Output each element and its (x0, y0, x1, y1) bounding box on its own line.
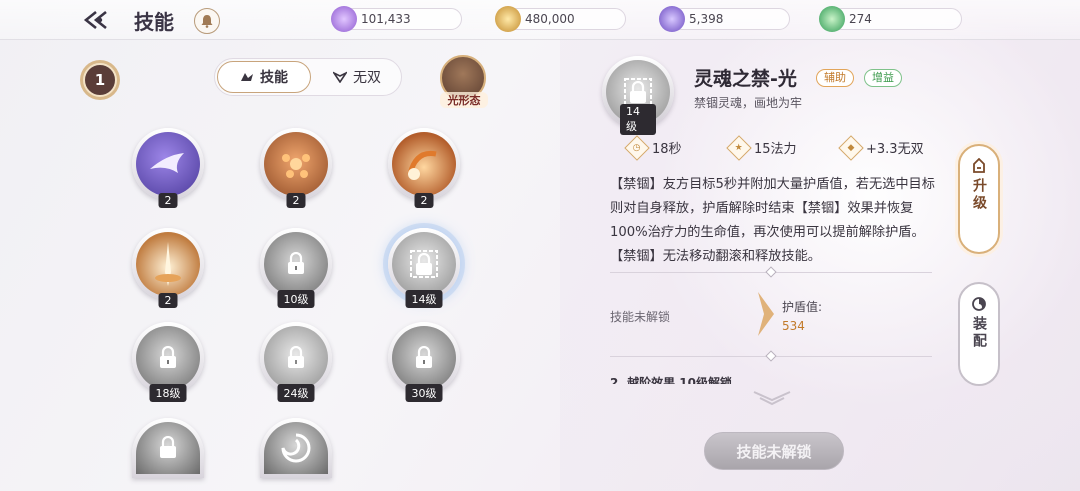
chevron-right-icon (758, 292, 774, 336)
skill-icon (392, 232, 456, 296)
currency-gold-coin[interactable]: 480,000 (495, 6, 626, 32)
top-bar: 技能 101,433 480,000 5,398 274 (0, 0, 1080, 40)
equip-button[interactable]: 装配 (958, 282, 1000, 386)
lock-icon (160, 436, 176, 458)
skill-icon (264, 422, 328, 474)
skill-slot-selected[interactable]: 14级 (388, 228, 460, 308)
skill-icon (136, 422, 200, 474)
page-title: 技能 (134, 10, 174, 34)
purple-card-icon (331, 6, 357, 32)
equip-label: 装配 (971, 316, 987, 350)
skill-tabs: 技能 无双 (214, 58, 402, 96)
skill-icon (392, 326, 456, 390)
back-icon (83, 10, 107, 30)
unlock-skill-button[interactable]: 技能未解锁 (704, 432, 844, 470)
skill-level: 30级 (405, 384, 443, 402)
currency-green-gem[interactable]: 274 (819, 6, 962, 32)
skill-level: 2 (158, 193, 178, 208)
skill-slot[interactable]: 2 (388, 128, 460, 208)
skill-icon (136, 326, 200, 390)
skill-icon (392, 132, 456, 196)
rank-badge[interactable]: 1 (80, 60, 120, 100)
back-button[interactable] (80, 6, 114, 34)
tag-assist: 辅助 (816, 69, 854, 87)
currency-value: 274 (849, 12, 872, 26)
lock-icon (416, 346, 432, 368)
stat-value: 15法力 (754, 142, 797, 157)
skill-description: 【禁锢】友方目标5秒并附加大量护盾值，若无选中目标则对自身释放，护盾解除时结束【… (610, 177, 935, 264)
currency-value: 101,433 (361, 12, 411, 26)
detail-skill-icon: 14级 (602, 56, 674, 135)
shield-label: 护盾值: (782, 300, 823, 314)
skill-slot[interactable]: 24级 (260, 322, 332, 402)
divider (610, 350, 932, 362)
gold-coin-icon (495, 6, 521, 32)
currency-value: 5,398 (689, 12, 724, 26)
mana-icon: ★ (726, 134, 752, 161)
skill-level: 14级 (620, 104, 656, 135)
skill-slot[interactable]: 10级 (260, 228, 332, 308)
skill-slot[interactable] (260, 418, 332, 478)
skill-slot[interactable] (132, 418, 204, 478)
button-label: 技能未解锁 (736, 442, 812, 461)
upgrade-label: 升级 (971, 178, 987, 212)
divider (610, 266, 932, 278)
currency-purple-gem[interactable]: 5,398 (659, 6, 790, 32)
chevron-down-icon[interactable] (752, 390, 792, 406)
advance-effect-text: 2. 越阶效果 10级解锁 (610, 376, 732, 384)
skill-subtitle: 禁锢灵魂，画地为牢 (694, 96, 803, 110)
skill-icon (136, 232, 200, 296)
upgrade-icon (973, 158, 985, 173)
tag-buff: 增益 (864, 69, 902, 87)
shield-value: 534 (782, 319, 805, 333)
stat-value: +3.3无双 (866, 142, 924, 157)
currency-value: 480,000 (525, 12, 575, 26)
skill-tab-icon (241, 73, 253, 81)
tab-label: 无双 (353, 70, 381, 86)
bell-icon (201, 15, 213, 28)
skill-name: 灵魂之禁-光 (694, 68, 797, 90)
stat-wushuang: ◆ +3.3无双 (838, 134, 924, 161)
skill-slot[interactable]: 2 (260, 128, 332, 208)
skill-icon (264, 326, 328, 390)
equip-icon (972, 297, 986, 311)
stat-mana: ★ 15法力 (726, 134, 797, 161)
upgrade-button[interactable]: 升级 (958, 144, 1000, 254)
skill-icon (264, 132, 328, 196)
lock-icon (288, 346, 304, 368)
green-gem-icon (819, 6, 845, 32)
lock-icon (288, 252, 304, 274)
skill-level: 18级 (149, 384, 187, 402)
stat-cooldown: ◷ 18秒 (624, 134, 682, 161)
skill-slot[interactable]: 2 (132, 128, 204, 208)
skill-icon (264, 232, 328, 296)
swirl-icon (281, 433, 311, 463)
lock-icon (160, 346, 176, 368)
notification-button[interactable] (194, 8, 220, 34)
purple-gem-icon (659, 6, 685, 32)
rank-number: 1 (83, 63, 117, 97)
skill-level: 2 (286, 193, 306, 208)
skill-slot[interactable]: 18级 (132, 322, 204, 402)
unlock-status: 技能未解锁 (610, 310, 671, 324)
currency-purple-card[interactable]: 101,433 (331, 6, 462, 32)
tab-skill[interactable]: 技能 (217, 61, 311, 93)
wushuang-tab-icon (333, 71, 347, 83)
tab-wushuang[interactable]: 无双 (315, 61, 399, 93)
tab-label: 技能 (260, 70, 288, 86)
lock-icon (410, 250, 438, 278)
form-label: 光形态 (440, 92, 488, 108)
skill-level: 24级 (277, 384, 315, 402)
skill-level: 2 (158, 293, 178, 308)
stat-value: 18秒 (652, 142, 682, 157)
wushuang-icon: ◆ (838, 134, 864, 161)
skill-level: 10级 (277, 290, 315, 308)
skill-icon (136, 132, 200, 196)
cooldown-icon: ◷ (624, 134, 650, 161)
skill-slot[interactable]: 2 (132, 228, 204, 308)
skill-level: 2 (414, 193, 434, 208)
skill-level: 14级 (405, 290, 443, 308)
skill-slot[interactable]: 30级 (388, 322, 460, 402)
